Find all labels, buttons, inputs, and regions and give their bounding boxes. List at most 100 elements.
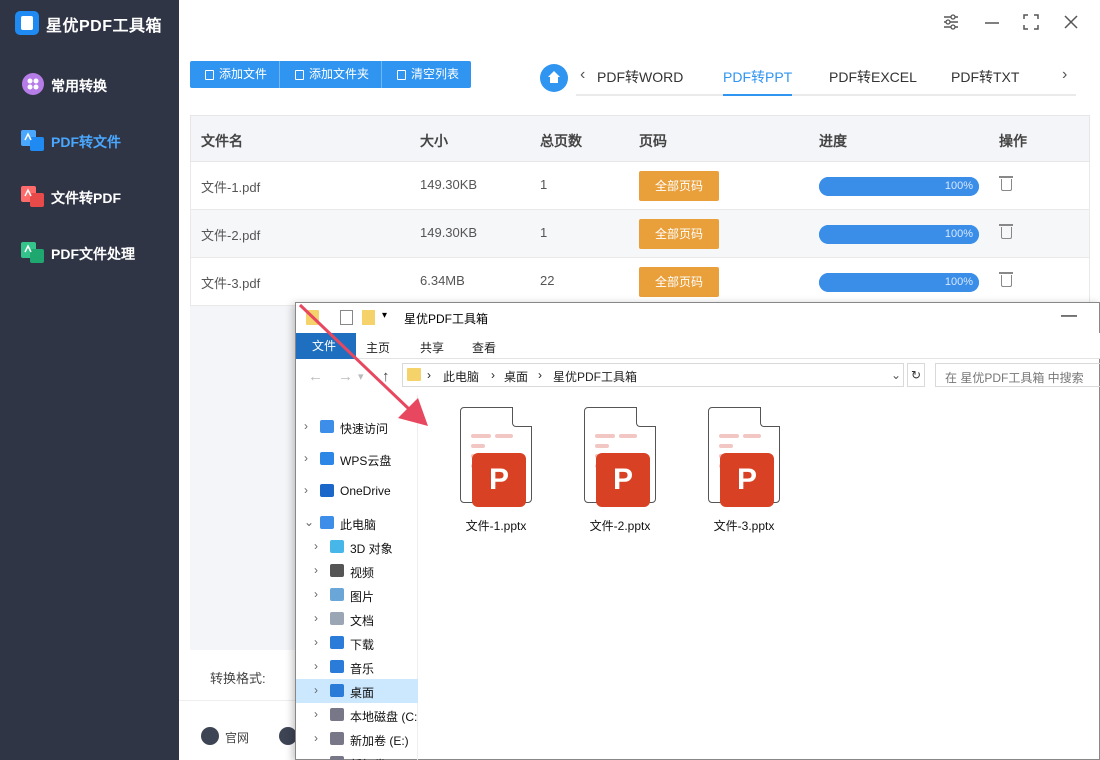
tree-item-label: 3D 对象 xyxy=(350,542,393,556)
delete-icon[interactable] xyxy=(999,176,1013,191)
all-pages-button[interactable]: 全部页码 xyxy=(639,171,719,201)
website-link[interactable]: 官网 xyxy=(225,729,249,746)
desktop-icon xyxy=(330,684,344,697)
add-folder-button[interactable]: 添加文件夹 xyxy=(280,61,383,88)
chevron-right-icon[interactable]: › xyxy=(314,563,318,577)
add-file-button[interactable]: 添加文件 xyxy=(190,61,281,88)
all-pages-button[interactable]: 全部页码 xyxy=(639,267,719,297)
chevron-right-icon[interactable]: › xyxy=(314,539,318,553)
tab-pdf-excel[interactable]: PDF转EXCEL xyxy=(829,67,917,87)
music-icon xyxy=(330,660,344,673)
address-bar[interactable]: › 此电脑 › 桌面 › 星优PDF工具箱 ⌄ xyxy=(402,363,904,387)
tree-item[interactable]: › 新加卷 (E:) xyxy=(296,727,418,751)
customize-dropdown-icon[interactable]: ▾ xyxy=(382,310,387,321)
refresh-icon[interactable]: ↻ xyxy=(907,363,925,387)
tree-item[interactable]: › 新加卷 (F:) xyxy=(296,751,418,760)
chevron-right-icon[interactable]: › xyxy=(314,635,318,649)
header-size: 大小 xyxy=(420,133,448,149)
all-pages-button[interactable]: 全部页码 xyxy=(639,219,719,249)
crumb-sep-icon: › xyxy=(491,368,495,382)
tree-item[interactable]: › 音乐 xyxy=(296,655,418,679)
crumb-this-pc[interactable]: 此电脑 xyxy=(443,368,479,385)
powerpoint-icon: P xyxy=(596,453,650,507)
search-placeholder: 在 星优PDF工具箱 中搜索 xyxy=(945,371,1084,385)
chevron-right-icon[interactable]: › xyxy=(304,419,308,433)
page-fold xyxy=(636,407,656,427)
tab-pdf-ppt[interactable]: PDF转PPT xyxy=(723,67,793,96)
page-fold xyxy=(760,407,780,427)
crumb-desktop[interactable]: 桌面 xyxy=(504,368,528,385)
tree-item[interactable]: › 3D 对象 xyxy=(296,535,418,559)
folder-icon xyxy=(407,368,421,381)
recent-dropdown-icon[interactable]: ▾ xyxy=(358,370,364,383)
sidebar-item-1[interactable]: PDF转文件 xyxy=(0,120,179,160)
tree-item[interactable]: › 图片 xyxy=(296,583,418,607)
tree-item-label: 文档 xyxy=(350,614,375,628)
explorer-title: 星优PDF工具箱 xyxy=(404,312,489,326)
search-input[interactable]: 在 星优PDF工具箱 中搜索 xyxy=(935,363,1100,387)
chevron-right-icon[interactable]: › xyxy=(314,731,318,745)
tab-pdf-txt[interactable]: PDF转TXT xyxy=(951,67,1019,87)
ribbon-tab-home[interactable]: 主页 xyxy=(366,339,390,356)
tree-item[interactable]: › OneDrive xyxy=(296,479,418,503)
forward-icon[interactable]: → xyxy=(338,368,353,385)
chevron-right-icon[interactable]: › xyxy=(314,659,318,673)
file-item[interactable]: P 文件-3.pptx xyxy=(694,407,794,533)
header-pages: 总页数 xyxy=(540,133,582,149)
file-item[interactable]: P 文件-1.pptx xyxy=(446,407,546,533)
text-line xyxy=(619,434,637,438)
chevron-right-icon[interactable]: › xyxy=(304,451,308,465)
tree-item[interactable]: ⌄ 此电脑 xyxy=(296,511,418,535)
tree-item-label: 新加卷 (E:) xyxy=(350,734,409,748)
website-icon[interactable] xyxy=(201,727,219,745)
header-page-range: 页码 xyxy=(639,133,667,149)
tab-pdf-word[interactable]: PDF转WORD xyxy=(597,67,683,87)
chevron-right-icon[interactable]: › xyxy=(314,683,318,697)
explorer-minimize-icon[interactable]: — xyxy=(1061,307,1077,325)
tree-item[interactable]: › 文档 xyxy=(296,607,418,631)
clear-list-button[interactable]: 清空列表 xyxy=(382,61,471,88)
progress-text: 100% xyxy=(944,228,973,240)
file-item[interactable]: P 文件-2.pptx xyxy=(570,407,670,533)
chevron-down-icon[interactable]: ⌄ xyxy=(304,515,314,529)
home-icon[interactable] xyxy=(540,64,568,92)
clear-list-label: 清空列表 xyxy=(411,67,460,81)
up-icon[interactable]: ↑ xyxy=(382,368,390,385)
tree-item[interactable]: › 下载 xyxy=(296,631,418,655)
picture-icon xyxy=(330,588,344,601)
new-folder-icon[interactable] xyxy=(362,310,375,325)
tree-item[interactable]: › WPS云盘 xyxy=(296,447,418,471)
delete-icon[interactable] xyxy=(999,224,1013,239)
tree-item[interactable]: › 视频 xyxy=(296,559,418,583)
progress-bar: 100% xyxy=(819,225,979,244)
chevron-right-icon[interactable]: › xyxy=(314,755,318,760)
sidebar-item-3[interactable]: PDF文件处理 xyxy=(0,232,179,272)
text-line xyxy=(471,434,491,438)
crumb-folder[interactable]: 星优PDF工具箱 xyxy=(553,368,637,385)
tree-item[interactable]: › 本地磁盘 (C: xyxy=(296,703,418,727)
chevron-right-icon[interactable]: › xyxy=(314,611,318,625)
tree-item[interactable]: › 快速访问 xyxy=(296,415,418,439)
address-dropdown-icon[interactable]: ⌄ xyxy=(891,368,901,382)
ribbon-tab-file[interactable]: 文件 xyxy=(296,333,356,359)
ribbon-tab-view[interactable]: 查看 xyxy=(472,339,496,356)
add-file-label: 添加文件 xyxy=(219,67,268,81)
back-icon[interactable]: ← xyxy=(308,368,323,385)
minimize-icon[interactable] xyxy=(982,13,1002,33)
progress-text: 100% xyxy=(944,276,973,288)
chevron-right-icon[interactable]: › xyxy=(314,707,318,721)
tab-prev-icon[interactable]: ‹ xyxy=(580,66,585,84)
sidebar-item-2[interactable]: 文件转PDF xyxy=(0,176,179,216)
maximize-icon[interactable] xyxy=(1021,13,1041,33)
ribbon-tab-share[interactable]: 共享 xyxy=(420,339,444,356)
chevron-right-icon[interactable]: › xyxy=(304,483,308,497)
delete-icon[interactable] xyxy=(999,272,1013,287)
tree-item[interactable]: › 桌面 xyxy=(296,679,418,703)
cell-filename: 文件-3.pdf xyxy=(201,276,261,291)
close-icon[interactable] xyxy=(1061,13,1081,33)
chevron-right-icon[interactable]: › xyxy=(314,587,318,601)
settings-icon[interactable] xyxy=(941,13,961,33)
tab-next-icon[interactable]: › xyxy=(1062,66,1067,84)
properties-icon[interactable] xyxy=(340,310,353,325)
sidebar-item-0[interactable]: 常用转换 xyxy=(0,64,179,104)
